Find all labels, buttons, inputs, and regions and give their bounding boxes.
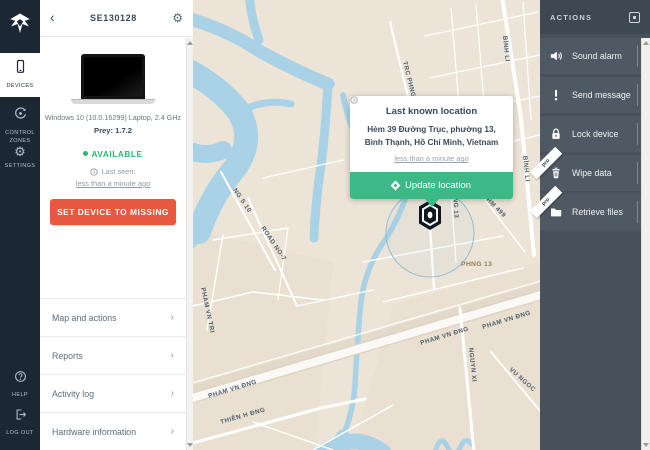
popup-last-seen-row: less than a minute ago [350,149,513,172]
actions-panel-header: ACTIONS [540,0,650,34]
set-device-missing-button[interactable]: SET DEVICE TO MISSING [50,199,176,225]
help-icon [14,370,27,388]
device-settings-gear-icon[interactable]: ⚙ [172,12,183,24]
section-hardware-information[interactable]: Hardware information › [40,412,186,450]
clock-icon [90,168,98,176]
action-sound-alarm[interactable]: Sound alarm [540,38,641,74]
status-badge: AVAILABLE [40,150,186,159]
actions-list: Sound alarm Send message [540,38,641,233]
actions-panel: ACTIONS Sound alarm [540,0,650,450]
speaker-icon [540,49,572,63]
section-reports[interactable]: Reports › [40,336,186,374]
chevron-right-icon: › [171,350,174,361]
sidebar-item-label: SETTINGS [5,162,36,170]
last-seen-row: Last seen: [40,167,186,176]
device-os-info: Windows 10 (10.0.16299) Laptop, 2.4 GHz [40,113,186,122]
chevron-right-icon: › [171,312,174,323]
collapse-panel-icon[interactable] [629,12,640,23]
sidebar-item-control-zones[interactable]: CONTROL ZONES [0,100,40,134]
back-button[interactable]: ‹ [50,9,55,25]
laptop-screen [81,54,145,99]
device-panel-scrollbar[interactable] [186,38,193,450]
section-map-and-actions[interactable]: Map and actions › [40,298,186,336]
action-retrieve-files[interactable]: pro Retrieve files [540,194,641,230]
device-sections-accordion: Map and actions › Reports › Activity log… [40,298,186,450]
logout-icon [14,408,27,426]
device-name-title: SE130128 [90,13,137,23]
last-seen-link[interactable]: less than a minute ago [40,179,186,188]
gear-icon: ⚙ [14,146,26,159]
action-send-message[interactable]: Send message [540,77,641,113]
actions-panel-scrollbar[interactable] [641,38,650,450]
sidebar-item-settings[interactable]: ⚙ SETTINGS [0,140,40,174]
prey-logo-icon [0,8,40,40]
map-tiles: TRC PHNG 13 BÌNH LI BÌNH LI HM 499 PHNG … [193,0,540,450]
control-zones-icon [13,106,28,126]
popup-last-seen-link[interactable]: less than a minute ago [394,154,468,163]
prey-app-window: DEVICES CONTROL ZONES ⚙ SETTINGS [0,0,650,450]
agent-version: Prey: 1.7.2 [40,126,186,135]
smartphone-icon [13,59,28,79]
chevron-right-icon: › [171,388,174,399]
sidebar-item-label: LOG OUT [6,429,34,437]
update-location-button[interactable]: Update location [350,172,513,199]
exclamation-icon [540,88,572,102]
sidebar-item-label: DEVICES [7,82,34,90]
popup-address: Hẻm 39 Đường Trục, phường 13, Bình Thạnh… [350,117,513,149]
lock-icon [540,127,572,141]
popup-pointer [425,199,439,214]
last-seen-label: Last seen: [101,167,135,176]
status-dot [83,151,88,156]
main-sidebar: DEVICES CONTROL ZONES ⚙ SETTINGS [0,0,40,450]
actions-title: ACTIONS [550,13,592,22]
last-location-popup: Last known location Hẻm 39 Đường Trục, p… [350,96,513,199]
section-activity-log[interactable]: Activity log › [40,374,186,412]
sidebar-item-devices[interactable]: DEVICES [0,53,40,97]
popup-title: Last known location [350,96,513,117]
device-panel-header: ‹ SE130128 ⚙ [40,0,193,37]
laptop-illustration [71,54,155,104]
sidebar-item-logout[interactable]: LOG OUT [0,402,40,432]
device-detail-panel: ‹ SE130128 ⚙ Windows 10 (10.0.16299) Lap… [40,0,193,450]
clock-icon [350,96,358,104]
chevron-right-icon: › [171,426,174,437]
sidebar-item-label: HELP [12,391,28,399]
map-canvas[interactable]: TRC PHNG 13 BÌNH LI BÌNH LI HM 499 PHNG … [193,0,540,450]
laptop-base [71,99,155,104]
locate-diamond-icon [391,181,401,191]
sidebar-item-help[interactable]: HELP [0,364,40,394]
district-label: PHNG 13 [461,261,492,268]
